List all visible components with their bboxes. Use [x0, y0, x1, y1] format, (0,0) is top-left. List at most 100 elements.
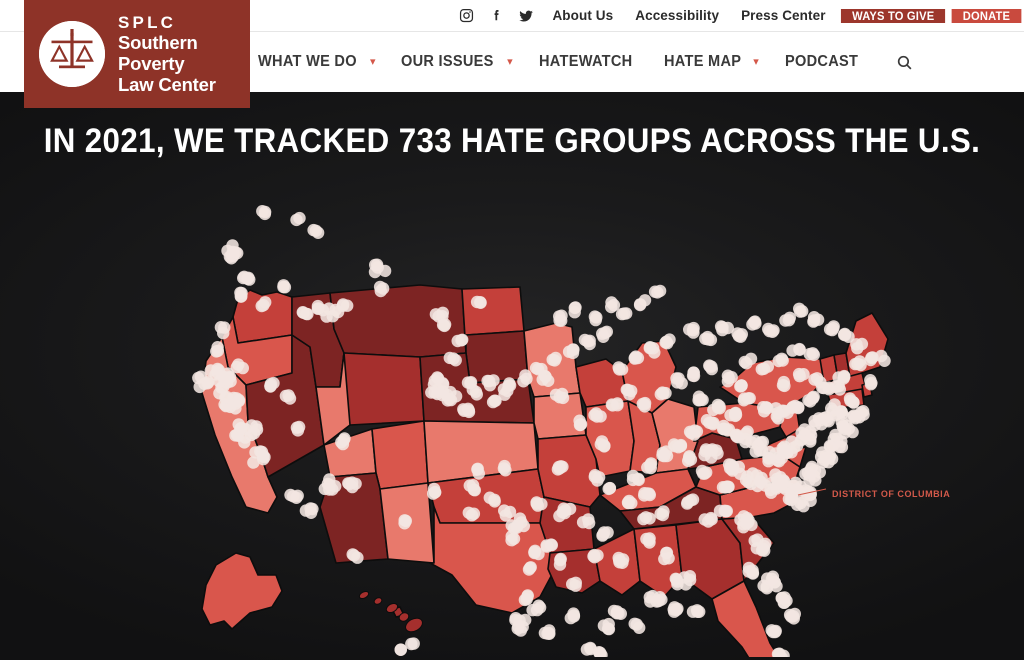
hate-group-marker[interactable]: [765, 624, 778, 637]
hate-group-marker[interactable]: [488, 495, 501, 508]
hate-group-marker[interactable]: [588, 408, 601, 422]
utility-link-about-us[interactable]: About Us: [541, 0, 624, 31]
hate-group-marker[interactable]: [558, 506, 571, 520]
hate-group-marker[interactable]: [293, 211, 306, 225]
hate-group-marker[interactable]: [716, 481, 730, 494]
hate-group-marker[interactable]: [776, 478, 789, 491]
hate-group-marker[interactable]: [660, 546, 674, 559]
hate-group-marker[interactable]: [742, 516, 755, 529]
hate-group-marker[interactable]: [738, 392, 751, 405]
hate-group-marker[interactable]: [671, 575, 684, 588]
hate-group-marker[interactable]: [573, 414, 586, 427]
hate-group-marker[interactable]: [833, 440, 846, 454]
us-map-svg[interactable]: [0, 177, 1024, 657]
hate-group-marker[interactable]: [291, 489, 304, 502]
hate-group-marker[interactable]: [449, 354, 462, 367]
hate-group-marker[interactable]: [644, 458, 657, 472]
hate-group-marker[interactable]: [498, 459, 511, 473]
hate-group-marker[interactable]: [864, 378, 878, 391]
hate-group-marker[interactable]: [605, 398, 619, 411]
hate-group-marker[interactable]: [553, 462, 566, 475]
hate-group-marker[interactable]: [674, 439, 688, 453]
hate-group-marker[interactable]: [653, 591, 666, 604]
hate-group-marker[interactable]: [686, 605, 700, 618]
hate-group-marker[interactable]: [804, 488, 817, 502]
hate-group-marker[interactable]: [700, 414, 714, 427]
hate-group-marker[interactable]: [660, 449, 674, 463]
nav-item-hate-map[interactable]: HATE MAP ▾: [651, 53, 772, 71]
hate-group-marker[interactable]: [528, 544, 542, 557]
utility-link-press-center[interactable]: Press Center: [730, 0, 837, 31]
hate-group-marker[interactable]: [498, 504, 511, 517]
hate-group-marker[interactable]: [486, 395, 500, 409]
hate-group-marker[interactable]: [555, 387, 569, 401]
hate-group-marker[interactable]: [465, 509, 479, 522]
hate-group-marker[interactable]: [875, 349, 888, 363]
hate-group-marker[interactable]: [457, 404, 471, 417]
hate-group-marker[interactable]: [687, 366, 700, 379]
hate-group-marker[interactable]: [514, 624, 527, 637]
hate-group-marker[interactable]: [672, 372, 685, 385]
hate-group-marker[interactable]: [595, 435, 609, 448]
hate-group-marker[interactable]: [567, 609, 581, 622]
hate-group-marker[interactable]: [738, 355, 751, 369]
hate-group-marker[interactable]: [204, 364, 217, 377]
nav-item-what-we-do[interactable]: WHAT WE DO ▾: [245, 53, 389, 71]
hate-group-marker[interactable]: [232, 358, 245, 371]
hate-group-marker[interactable]: [519, 613, 532, 627]
hate-group-marker[interactable]: [832, 379, 845, 393]
hate-group-marker[interactable]: [796, 305, 809, 318]
instagram-icon[interactable]: [451, 0, 481, 31]
hate-group-marker[interactable]: [505, 530, 518, 543]
hate-group-marker[interactable]: [654, 507, 667, 521]
hate-group-marker[interactable]: [668, 605, 681, 618]
hate-group-marker[interactable]: [224, 375, 237, 388]
hate-group-marker[interactable]: [731, 327, 744, 340]
hate-group-marker[interactable]: [801, 466, 815, 479]
hate-group-marker[interactable]: [804, 395, 817, 408]
search-icon[interactable]: [876, 54, 919, 71]
state-hi-island-0[interactable]: [358, 590, 370, 600]
hate-group-marker[interactable]: [342, 477, 355, 490]
hate-group-marker[interactable]: [693, 393, 706, 407]
hate-group-marker[interactable]: [436, 388, 449, 402]
hate-group-marker[interactable]: [783, 311, 796, 324]
hate-group-marker[interactable]: [451, 334, 464, 348]
hate-group-marker[interactable]: [449, 390, 463, 403]
hate-group-marker[interactable]: [427, 482, 441, 496]
hate-group-marker[interactable]: [368, 265, 382, 279]
hate-group-marker[interactable]: [591, 474, 604, 487]
twitter-icon[interactable]: [511, 0, 541, 31]
hate-group-marker[interactable]: [846, 425, 859, 439]
hate-group-marker[interactable]: [628, 351, 642, 364]
hate-group-marker[interactable]: [605, 300, 618, 314]
hate-group-marker[interactable]: [555, 314, 568, 327]
hate-group-marker[interactable]: [768, 575, 781, 589]
hate-group-marker[interactable]: [837, 328, 851, 341]
hate-group-marker[interactable]: [529, 361, 543, 375]
hate-group-marker[interactable]: [843, 392, 857, 405]
hate-group-marker[interactable]: [864, 353, 877, 367]
hate-group-marker[interactable]: [828, 398, 841, 411]
hate-group-marker[interactable]: [643, 532, 656, 545]
hate-group-marker[interactable]: [217, 326, 230, 340]
hate-group-marker[interactable]: [394, 643, 407, 656]
hate-group-marker[interactable]: [603, 482, 616, 495]
hate-group-marker[interactable]: [620, 383, 633, 396]
hate-group-marker[interactable]: [771, 406, 785, 420]
hate-group-marker[interactable]: [721, 369, 735, 382]
hate-group-marker[interactable]: [707, 403, 720, 417]
hate-group-marker[interactable]: [292, 420, 306, 434]
hate-group-marker[interactable]: [628, 617, 641, 630]
hate-group-marker[interactable]: [638, 294, 652, 307]
hate-group-marker[interactable]: [517, 375, 530, 388]
state-wy[interactable]: [339, 352, 425, 426]
state-ak[interactable]: [201, 552, 283, 630]
hate-group-marker[interactable]: [232, 418, 245, 431]
nav-item-hatewatch[interactable]: HATEWATCH: [526, 53, 651, 71]
hate-group-marker[interactable]: [464, 376, 477, 390]
hate-group-marker[interactable]: [756, 435, 769, 449]
hate-group-marker[interactable]: [279, 389, 293, 403]
hate-group-marker[interactable]: [686, 323, 700, 337]
nav-item-podcast[interactable]: PODCAST: [772, 53, 876, 71]
